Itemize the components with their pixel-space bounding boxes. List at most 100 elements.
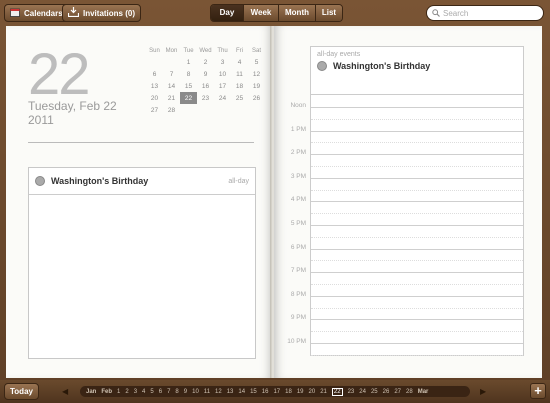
weekday-date: Tuesday, Feb 22	[28, 99, 117, 113]
mini-day[interactable]	[231, 104, 248, 116]
hour-line	[311, 130, 523, 132]
mini-day[interactable]: 25	[231, 92, 248, 104]
mini-calendar: Sun Mon Tue Wed Thu Fri Sat 12345 6 7 8 9 10…	[146, 45, 266, 116]
mini-day[interactable]: 28	[163, 104, 180, 116]
timeline-day[interactable]: 23	[348, 389, 355, 395]
all-day-event[interactable]: Washington's Birthday	[317, 61, 523, 71]
timeline-day[interactable]: 16	[262, 389, 269, 395]
timeline-day[interactable]: 27	[394, 389, 401, 395]
mini-day[interactable]: 18	[231, 80, 248, 92]
year: 2011	[28, 113, 54, 127]
timeline-day[interactable]: 1	[117, 389, 120, 395]
mini-day[interactable]	[197, 104, 214, 116]
timeline-day[interactable]: 20	[309, 389, 316, 395]
timeline-day[interactable]: 2	[125, 389, 128, 395]
timeline-day[interactable]: 12	[215, 389, 222, 395]
mini-day[interactable]: 24	[214, 92, 231, 104]
mini-day[interactable]: 12	[248, 68, 265, 80]
mini-calendar-week: 6 7 8 9 10 11 12	[146, 68, 265, 80]
timeline-day[interactable]: 14	[238, 389, 245, 395]
add-event-button[interactable]: +	[530, 383, 546, 399]
timeline-day[interactable]: 13	[227, 389, 234, 395]
mini-day[interactable]: 6	[146, 68, 163, 80]
timeline-day[interactable]: 3	[134, 389, 137, 395]
date-timeline[interactable]: Jan Feb 1 2 3 4 5 6 7 8 9 10 11 12 13 14 15 16 17 18 19 20 21 2…	[80, 386, 470, 397]
hour-line	[311, 319, 523, 321]
mini-day[interactable]	[214, 104, 231, 116]
timeline-day[interactable]: 25	[371, 389, 378, 395]
mini-day-selected[interactable]: 22	[180, 92, 197, 104]
timeline-day[interactable]: 21	[320, 389, 327, 395]
timeline-day[interactable]: 19	[297, 389, 304, 395]
half-hour-line	[311, 213, 523, 215]
timeline-month[interactable]: Feb	[101, 389, 112, 395]
tab-list[interactable]: List	[316, 5, 342, 21]
next-arrow-icon[interactable]: ▶	[480, 387, 486, 396]
hour-grid[interactable]	[310, 94, 524, 356]
mini-day[interactable]: 19	[248, 80, 265, 92]
mini-day[interactable]: 27	[146, 104, 163, 116]
timeline-day-current[interactable]: 22	[331, 387, 343, 396]
mini-day[interactable]: 8	[180, 68, 197, 80]
mini-day[interactable]: 9	[197, 68, 214, 80]
timeline-day[interactable]: 15	[250, 389, 257, 395]
mini-calendar-week: 12345	[146, 56, 265, 68]
mini-day[interactable]: 14	[163, 80, 180, 92]
mini-day[interactable]	[180, 104, 197, 116]
hour-label: 2 PM	[290, 149, 306, 157]
top-toolbar: Calendars Invitations (0) Day Week Month…	[0, 0, 550, 26]
mini-day[interactable]: 7	[163, 68, 180, 80]
timeline-day[interactable]: 8	[175, 389, 178, 395]
half-hour-line	[311, 142, 523, 144]
mini-day[interactable]: 4	[231, 56, 248, 68]
mini-day[interactable]: 5	[248, 56, 265, 68]
mini-day[interactable]: 15	[180, 80, 197, 92]
half-hour-line	[311, 189, 523, 191]
timeline-day[interactable]: 9	[184, 389, 187, 395]
timeline-day[interactable]: 18	[285, 389, 292, 395]
mini-day[interactable]: 20	[146, 92, 163, 104]
mini-day[interactable]: 3	[214, 56, 231, 68]
timeline-month[interactable]: Mar	[418, 389, 429, 395]
calendars-button[interactable]: Calendars	[4, 4, 69, 22]
right-page: all-day events Washington's Birthday Noo…	[274, 26, 542, 378]
timeline-day[interactable]: 11	[204, 389, 210, 395]
timeline-day[interactable]: 4	[142, 389, 145, 395]
tab-month[interactable]: Month	[279, 5, 316, 21]
timeline-day[interactable]: 5	[150, 389, 153, 395]
divider	[28, 142, 254, 143]
mini-day[interactable]: 11	[231, 68, 248, 80]
tab-day[interactable]: Day	[211, 5, 244, 21]
invitations-button[interactable]: Invitations (0)	[62, 4, 142, 22]
half-hour-line	[311, 166, 523, 167]
mini-day[interactable]: 13	[146, 80, 163, 92]
mini-day[interactable]: 1	[180, 56, 197, 68]
mini-day[interactable]: 2	[197, 56, 214, 68]
timeline-month[interactable]: Jan	[86, 389, 96, 395]
timeline-day[interactable]: 10	[192, 389, 199, 395]
mini-day[interactable]: 16	[197, 80, 214, 92]
mini-day[interactable]: 23	[197, 92, 214, 104]
hour-label: 6 PM	[290, 243, 306, 251]
mini-day[interactable]: 21	[163, 92, 180, 104]
left-page: 22 Tuesday, Feb 22 2011 Sun Mon Tue Wed …	[6, 26, 272, 378]
mini-day[interactable]	[248, 104, 265, 116]
timeline-day[interactable]: 6	[159, 389, 162, 395]
search-input[interactable]: Search	[426, 5, 544, 21]
mini-day[interactable]: 26	[248, 92, 265, 104]
mini-day[interactable]	[163, 56, 180, 68]
today-button[interactable]: Today	[4, 383, 39, 400]
half-hour-line	[311, 284, 523, 285]
search-placeholder: Search	[443, 8, 469, 18]
mini-day[interactable]: 10	[214, 68, 231, 80]
mini-day[interactable]: 17	[214, 80, 231, 92]
timeline-day[interactable]: 28	[406, 389, 413, 395]
event-row[interactable]: Washington's Birthday all-day	[29, 168, 255, 195]
timeline-day[interactable]: 24	[359, 389, 366, 395]
previous-arrow-icon[interactable]: ◀	[62, 387, 68, 396]
tab-week[interactable]: Week	[244, 5, 279, 21]
mini-day[interactable]	[146, 56, 163, 68]
timeline-day[interactable]: 26	[383, 389, 390, 395]
timeline-day[interactable]: 17	[273, 389, 280, 395]
timeline-day[interactable]: 7	[167, 389, 170, 395]
